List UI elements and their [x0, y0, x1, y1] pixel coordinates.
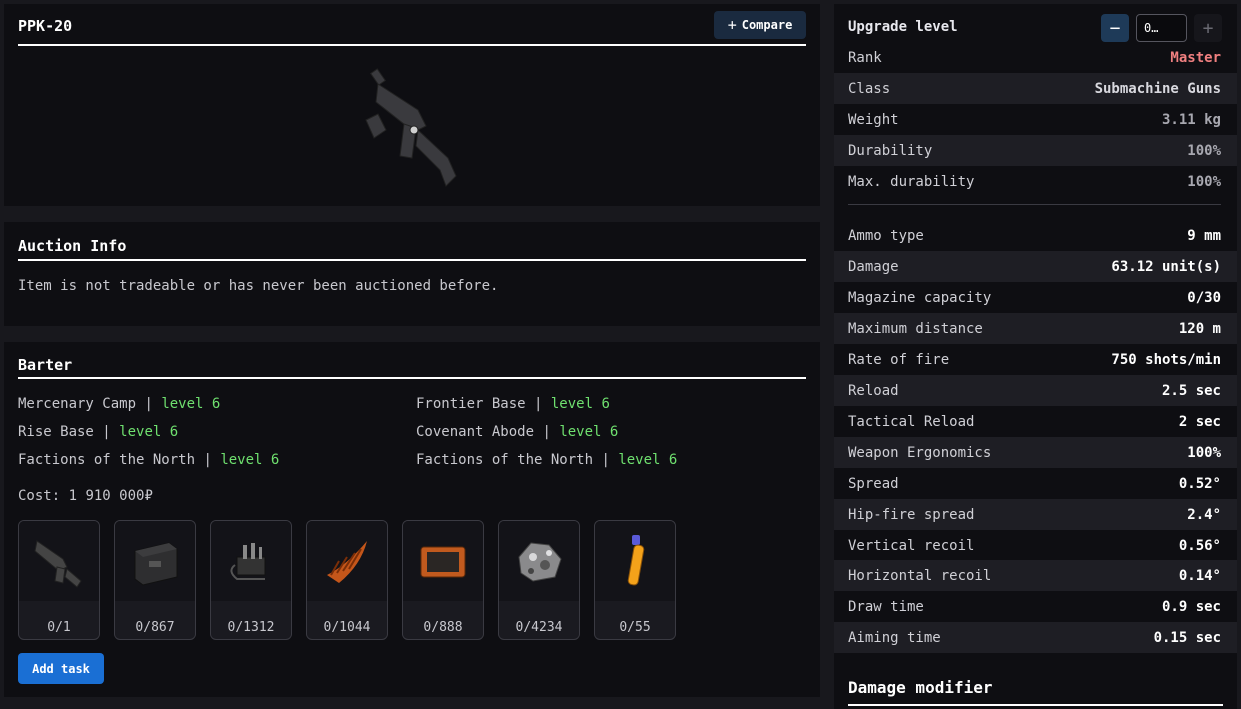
barter-item-card[interactable]: 0/4234 [498, 520, 580, 640]
stat-row-class: Class Submachine Guns [834, 73, 1237, 104]
stat-row-tactical-reload: Tactical Reload 2 sec [848, 413, 1221, 430]
stats-panel: Upgrade level − + Rank Master Class Subm… [834, 4, 1237, 709]
barter-panel: Barter Mercenary Camp | level 6 Frontier… [4, 342, 820, 697]
barter-item-count: 0/1044 [323, 620, 371, 635]
barter-cost: Cost: 1 910 000₽ [18, 488, 153, 504]
auction-text: Item is not tradeable or has never been … [18, 278, 499, 294]
stat-row-damage: Damage 63.12 unit(s) [834, 251, 1237, 282]
barter-item-card[interactable]: 0/1 [18, 520, 100, 640]
upgrade-level-label: Upgrade level [848, 19, 958, 35]
barter-item-count: 0/4234 [515, 620, 563, 635]
stat-row-weight: Weight 3.11 kg [848, 111, 1221, 128]
ammo-box-icon [134, 542, 178, 586]
title-rule [18, 44, 806, 46]
stat-row-ergonomics: Weapon Ergonomics 100% [834, 437, 1237, 468]
stat-row-ammo-type: Ammo type 9 mm [848, 227, 1221, 244]
stat-row-hip-fire-spread: Hip-fire spread 2.4° [834, 499, 1237, 530]
barter-trader: Rise Base | level 6 [18, 424, 179, 440]
damage-modifier-rule [848, 704, 1223, 706]
barter-item-card[interactable]: 0/867 [114, 520, 196, 640]
smg-icon [34, 540, 82, 588]
upgrade-decrease-button[interactable]: − [1101, 14, 1129, 42]
barter-item-count: 0/888 [423, 620, 463, 635]
stat-row-max-durability: Max. durability 100% [848, 173, 1221, 190]
auction-panel: Auction Info Item is not tradeable or ha… [4, 222, 820, 326]
barter-trader: Factions of the North | level 6 [18, 452, 280, 468]
compare-button[interactable]: + Compare [714, 11, 806, 39]
item-panel: PPK-20 + Compare [4, 4, 820, 206]
damage-modifier-title: Damage modifier [848, 678, 993, 697]
upgrade-increase-button[interactable]: + [1194, 14, 1222, 42]
fern-icon [327, 541, 367, 583]
barter-rule [18, 377, 806, 379]
stat-row-spread: Spread 0.52° [848, 475, 1221, 492]
add-task-button[interactable]: Add task [18, 653, 104, 684]
stat-row-draw-time: Draw time 0.9 sec [848, 598, 1221, 615]
barter-item-card[interactable]: 0/1044 [306, 520, 388, 640]
item-title: PPK-20 [18, 17, 73, 35]
compare-label: Compare [741, 18, 793, 32]
stat-row-rate-of-fire: Rate of fire 750 shots/min [848, 351, 1221, 368]
stat-row-horizontal-recoil: Horizontal recoil 0.14° [834, 560, 1237, 591]
barter-item-count: 0/867 [135, 620, 175, 635]
plus-icon: + [1202, 17, 1214, 39]
auction-rule [18, 259, 806, 261]
stat-row-durability: Durability 100% [834, 135, 1237, 166]
stat-row-magazine: Magazine capacity 0/30 [848, 289, 1221, 306]
stat-row-max-distance: Maximum distance 120 m [834, 313, 1237, 344]
barter-trader: Covenant Abode | level 6 [416, 424, 619, 440]
stat-row-rank: Rank Master [848, 49, 1221, 66]
plus-icon: + [727, 16, 737, 34]
barter-item-count: 0/55 [619, 620, 651, 635]
stat-row-vertical-recoil: Vertical recoil 0.56° [848, 537, 1221, 554]
barter-item-card[interactable]: 0/1312 [210, 520, 292, 640]
tablet-icon [420, 546, 466, 578]
barter-item-card[interactable]: 0/55 [594, 520, 676, 640]
barter-item-card[interactable]: 0/888 [402, 520, 484, 640]
stats-divider [848, 204, 1221, 205]
auction-title: Auction Info [18, 237, 127, 255]
barter-item-count: 0/1 [47, 620, 71, 635]
weapon-image [365, 68, 457, 187]
stat-row-reload: Reload 2.5 sec [834, 375, 1237, 406]
minus-icon: − [1109, 17, 1121, 39]
vial-icon [627, 535, 645, 586]
stat-row-aiming-time: Aiming time 0.15 sec [834, 622, 1237, 653]
ore-icon [518, 542, 562, 582]
barter-title: Barter [18, 356, 73, 374]
barter-trader: Mercenary Camp | level 6 [18, 396, 221, 412]
device-icon [230, 543, 266, 580]
barter-trader: Frontier Base | level 6 [416, 396, 610, 412]
barter-item-count: 0/1312 [227, 620, 275, 635]
barter-trader: Factions of the North | level 6 [416, 452, 678, 468]
upgrade-level-input[interactable] [1136, 14, 1187, 42]
